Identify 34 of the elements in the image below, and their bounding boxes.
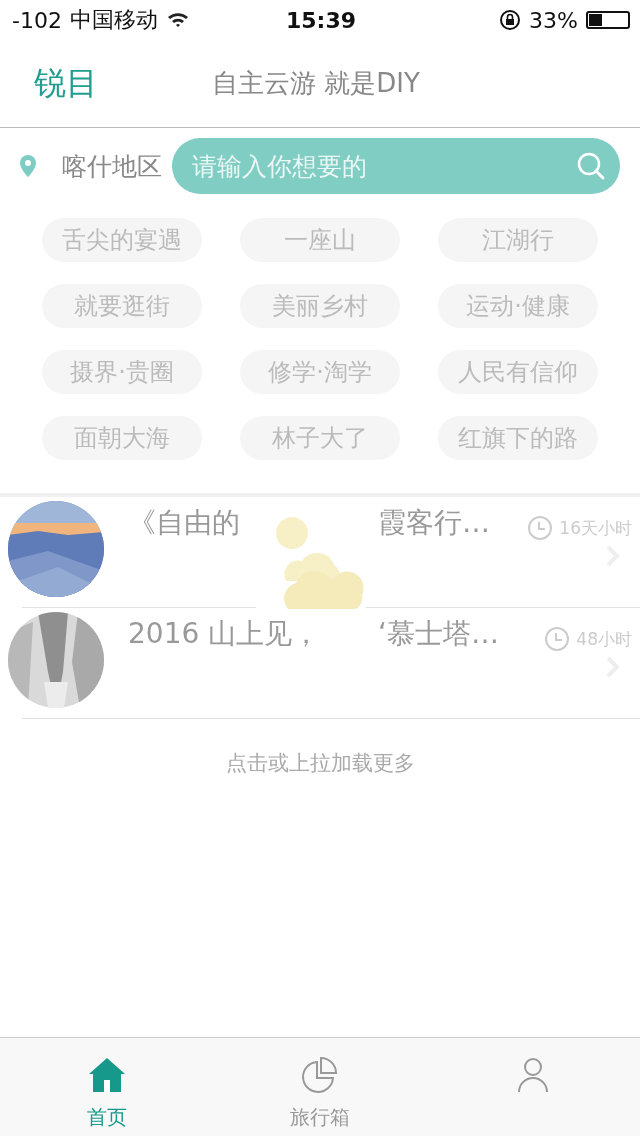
post-title[interactable]: 《自由的 — [128, 505, 378, 542]
category-tag[interactable]: 就要逛街 — [42, 284, 202, 328]
tab-bar-item[interactable]: 首页 — [0, 1038, 214, 1136]
post-title[interactable]: 霞客行… — [378, 505, 490, 542]
location-pin-icon — [18, 154, 38, 178]
signal-strength: -102 — [12, 7, 62, 33]
category-tag[interactable]: 人民有信仰 — [438, 350, 598, 394]
category-tag[interactable]: 林子大了 — [240, 416, 400, 460]
load-more-link[interactable]: 点击或上拉加载更多 — [225, 749, 415, 777]
slogan: 自主云游 就是DIY — [212, 67, 420, 100]
post-title[interactable]: 2016 山上见， — [128, 616, 378, 653]
category-tag[interactable]: 运动·健康 — [438, 284, 598, 328]
search-field[interactable]: 请输入你想要的 — [172, 138, 620, 194]
tab-bar-item[interactable]: 旅行箱 — [213, 1038, 427, 1136]
category-tag[interactable]: 一座山 — [240, 218, 400, 262]
category-tag[interactable]: 修学·淘学 — [240, 350, 400, 394]
search-icon[interactable] — [576, 151, 606, 181]
location-label[interactable]: 喀什地区 — [62, 149, 162, 183]
battery-icon — [586, 11, 630, 29]
battery-percent: 33% — [529, 7, 578, 33]
app-logo: 锐目 — [34, 62, 99, 104]
carrier-name: 中国移动 — [69, 6, 158, 34]
rotation-lock-icon — [499, 9, 522, 31]
pie-chart-icon — [300, 1056, 340, 1094]
clock-time: 15:39 — [286, 7, 356, 33]
category-tag[interactable]: 面朝大海 — [42, 416, 202, 460]
category-tag[interactable]: 美丽乡村 — [240, 284, 400, 328]
category-tag[interactable]: 舌尖的宴遇 — [42, 218, 202, 262]
category-tag[interactable]: 红旗下的路 — [438, 416, 598, 460]
clock-icon — [527, 515, 554, 541]
post-title[interactable]: ‘慕士塔… — [378, 616, 499, 653]
clock-icon — [544, 626, 571, 652]
category-tag[interactable]: 江湖行 — [438, 218, 598, 262]
category-tag[interactable]: 摄界·贵圈 — [42, 350, 202, 394]
